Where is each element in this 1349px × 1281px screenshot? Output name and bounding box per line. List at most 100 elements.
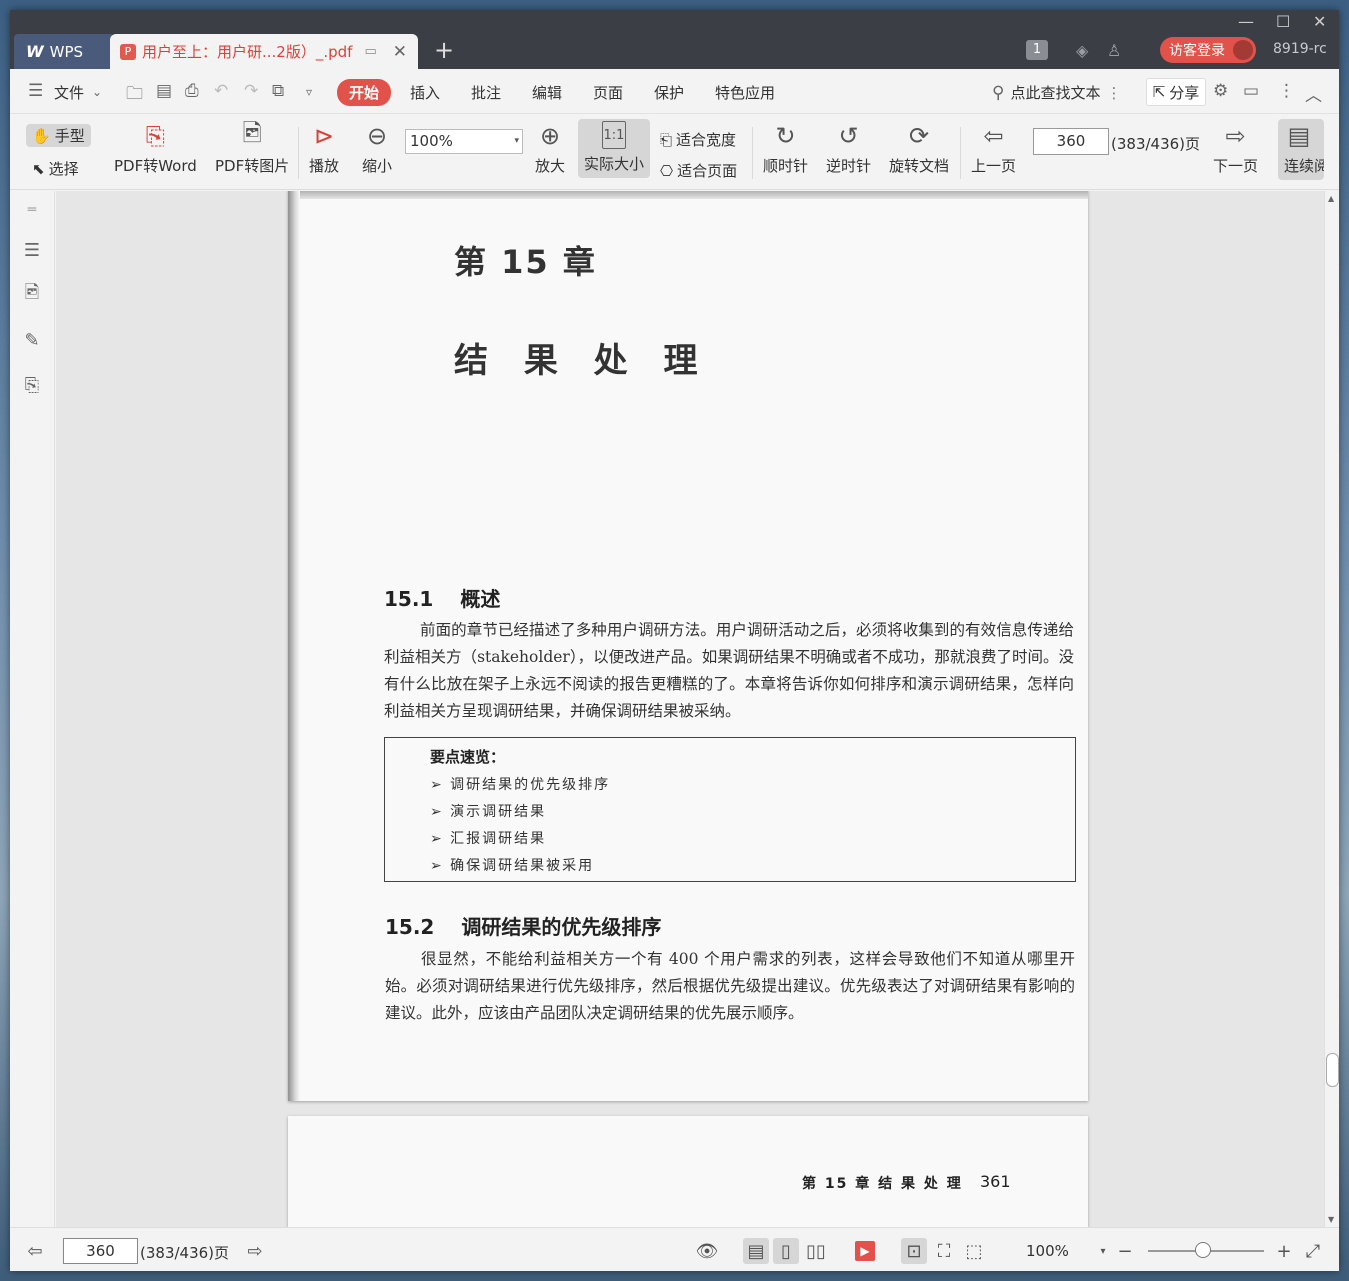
shirt-icon[interactable]: ♙ <box>1107 41 1121 60</box>
continuous-reading-button[interactable]: ▤ 连续阅 <box>1278 119 1324 180</box>
save-icon[interactable]: ▤ <box>156 81 172 101</box>
pdf-to-image-icon: 🖻 <box>242 118 262 147</box>
comment-icon[interactable]: ▭ <box>1243 81 1259 101</box>
status-bar: ⇦ 360 (383/436)页 ⇨ 👁 ▤ ▯ ▯▯ ▶ ⊡ ⛶ ⬚ 100%… <box>10 1227 1339 1271</box>
maximize-icon[interactable]: ☐ <box>1276 12 1290 31</box>
vertical-scrollbar[interactable]: ▲ ▼ <box>1324 191 1339 1227</box>
share-icon: ⇱ <box>1152 83 1166 101</box>
skin-icon[interactable]: ◈ <box>1076 41 1088 60</box>
cursor-icon: ⬉ <box>32 159 45 178</box>
fullscreen-icon[interactable]: ⤢ <box>1300 1238 1326 1264</box>
document-tab[interactable]: P 用户至上：用户研...2版）_.pdf ▭ ✕ <box>110 34 418 69</box>
zoom-value: 100% <box>410 132 453 150</box>
monitor-icon[interactable]: ▭ <box>364 44 376 59</box>
more-icon[interactable]: ⋮ <box>1278 81 1295 101</box>
rotate-document-button[interactable]: ⟳ 旋转文档 <box>889 121 949 176</box>
actual-size-button[interactable]: 1:1 实际大小 <box>578 119 651 178</box>
rotate-clockwise-button[interactable]: ↻ 顺时针 <box>763 121 808 176</box>
scroll-down-icon[interactable]: ▼ <box>1328 1215 1334 1224</box>
two-page-icon[interactable]: ▯▯ <box>803 1238 829 1264</box>
next-page-icon[interactable]: ⇨ <box>242 1238 268 1264</box>
thumbnail-icon[interactable]: 🖻 <box>21 282 43 306</box>
close-tab-icon[interactable]: ✕ <box>393 42 407 62</box>
file-menu[interactable]: 文件 <box>54 82 84 103</box>
document-viewport[interactable]: 第 15 章 结 果 处 理 15.1 概述 前面的章节已经描述了多种用户调研方… <box>56 191 1324 1227</box>
tab-edit[interactable]: 编辑 <box>532 82 562 103</box>
previous-page-icon[interactable]: ⇦ <box>22 1238 48 1264</box>
search-icon: ⚲ <box>992 82 1005 103</box>
more-vertical-icon[interactable]: ⋮ <box>1106 84 1121 102</box>
hand-tool-button[interactable]: ✋ 手型 <box>26 124 91 147</box>
actual-size-icon[interactable]: ⊡ <box>901 1238 927 1264</box>
gear-icon[interactable]: ⚙ <box>1213 81 1228 101</box>
tab-special[interactable]: 特色应用 <box>715 82 775 103</box>
wps-home-tab[interactable]: W WPS <box>14 34 114 69</box>
play-button[interactable]: ⊳ 播放 <box>309 121 339 176</box>
section-paragraph: 前面的章节已经描述了多种用户调研方法。用户调研活动之后，必须将收集到的有效信息传… <box>384 621 1074 720</box>
scroll-thumb[interactable] <box>1326 1053 1339 1087</box>
undo-icon[interactable]: ↶ <box>214 81 228 101</box>
previous-page-button[interactable]: ⇦ 上一页 <box>971 121 1016 176</box>
page-number-input[interactable]: 360 <box>1033 128 1109 155</box>
tab-start[interactable]: 开始 <box>337 79 392 106</box>
avatar <box>1233 40 1253 60</box>
drag-handle-icon[interactable]: ═ <box>21 199 43 221</box>
login-button[interactable]: 访客登录 <box>1160 37 1256 63</box>
next-page-button[interactable]: ⇨ 下一页 <box>1213 121 1258 176</box>
continuous-view-icon[interactable]: ▤ <box>743 1238 769 1264</box>
window-count-badge[interactable]: 1 <box>1026 40 1048 60</box>
tab-page[interactable]: 页面 <box>593 82 623 103</box>
tab-insert[interactable]: 插入 <box>410 82 440 103</box>
fit-width-icon[interactable]: ⬚ <box>961 1238 987 1264</box>
zoom-in-icon: ⊕ <box>539 122 561 150</box>
print-icon[interactable]: ⎙ <box>185 81 199 101</box>
export-icon[interactable]: ⧉ <box>272 81 284 101</box>
zoom-out-button[interactable]: ⊖ 缩小 <box>362 121 392 176</box>
continuous-reading-icon: ▤ <box>1287 122 1311 150</box>
chevron-down-icon[interactable]: ⌄ <box>92 85 102 99</box>
actual-size-icon: 1:1 <box>602 121 626 149</box>
pdf-to-word-button[interactable]: ⎘ PDF转Word <box>114 121 197 176</box>
scroll-up-icon[interactable]: ▲ <box>1328 194 1334 203</box>
tab-comment[interactable]: 批注 <box>471 82 501 103</box>
zoom-level[interactable]: 100% <box>1026 1242 1069 1260</box>
fit-page-icon[interactable]: ⛶ <box>931 1238 957 1264</box>
rotate-counterclockwise-button[interactable]: ↺ 逆时针 <box>826 121 871 176</box>
open-folder-icon[interactable]: 🗀 <box>126 81 143 110</box>
minimize-icon[interactable]: — <box>1238 12 1254 31</box>
hamburger-icon[interactable]: ☰ <box>28 81 43 101</box>
share-button[interactable]: ⇱ 分享 <box>1146 78 1206 106</box>
close-window-icon[interactable]: ✕ <box>1313 12 1326 31</box>
select-tool-button[interactable]: ⬉ 选择 <box>32 158 79 179</box>
zoom-slider-handle[interactable] <box>1195 1242 1211 1258</box>
search-text-box[interactable]: ⚲ 点此查找文本 ⋮ <box>992 82 1121 103</box>
zoom-out-icon[interactable]: − <box>1112 1238 1138 1264</box>
signature-icon[interactable]: ⎘ <box>21 374 43 396</box>
fit-page-button[interactable]: ⎔ 适合页面 <box>660 160 737 181</box>
toolbar-divider <box>298 127 299 179</box>
collapse-ribbon-icon[interactable]: ︿ <box>1305 81 1322 106</box>
play-slideshow-icon[interactable]: ▶ <box>852 1238 878 1264</box>
zoom-out-label: 缩小 <box>362 157 393 175</box>
wps-logo-icon: W <box>26 42 44 61</box>
fit-width-button[interactable]: ⎗ 适合宽度 <box>660 129 736 150</box>
single-page-icon[interactable]: ▯ <box>773 1238 799 1264</box>
annotation-icon[interactable]: ✎ <box>21 329 43 351</box>
user-name: 8919-rc <box>1273 41 1327 57</box>
more-dropdown-icon[interactable]: ▿ <box>306 85 312 99</box>
pdf-page-360: 第 15 章 结 果 处 理 15.1 概述 前面的章节已经描述了多种用户调研方… <box>288 191 1088 1101</box>
outline-icon[interactable]: ☰ <box>21 239 43 261</box>
eye-protection-icon[interactable]: 👁 <box>694 1238 720 1264</box>
status-page-input[interactable]: 360 <box>63 1238 138 1264</box>
zoom-select[interactable]: 100% ▾ <box>405 129 523 154</box>
search-placeholder: 点此查找文本 <box>1010 84 1101 102</box>
pdf-to-image-button[interactable]: 🖻 PDF转图片 <box>215 118 289 176</box>
redo-icon[interactable]: ↷ <box>244 81 258 101</box>
section-number: 15.2 <box>385 915 435 939</box>
dropdown-arrow-icon: ▾ <box>514 136 519 146</box>
zoom-in-icon[interactable]: + <box>1271 1238 1297 1264</box>
key-points-box: 要点速览： ➢ 调研结果的优先级排序 ➢ 演示调研结果 ➢ 汇报调研结果 ➢ 确… <box>384 737 1076 882</box>
new-tab-button[interactable]: + <box>434 36 454 64</box>
tab-protect[interactable]: 保护 <box>654 82 684 103</box>
zoom-in-button[interactable]: ⊕ 放大 <box>535 121 565 176</box>
